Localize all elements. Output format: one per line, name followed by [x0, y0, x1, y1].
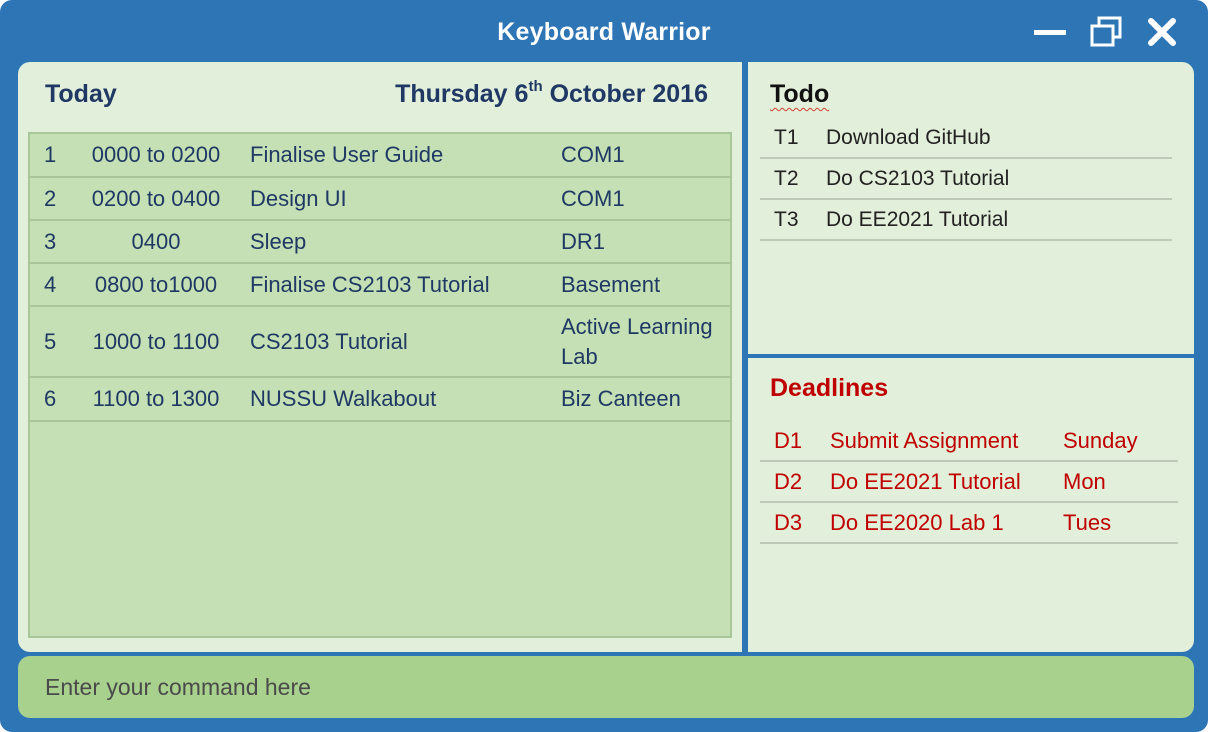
minimize-button[interactable]	[1030, 14, 1070, 50]
date-day: 6th	[514, 78, 543, 108]
row-index: 4	[44, 271, 57, 297]
schedule-row[interactable]: 5 1000 to 1100 CS2103 Tutorial Active Le…	[30, 307, 730, 378]
row-index: 3	[44, 228, 57, 254]
todo-index: T1	[774, 125, 799, 149]
deadline-due: Sunday	[1063, 427, 1138, 453]
row-task: Finalise User Guide	[250, 142, 444, 167]
todo-item[interactable]: T3 Do EE2021 Tutorial	[760, 200, 1172, 241]
todo-text: Do EE2021 Tutorial	[826, 207, 1009, 231]
row-task: CS2103 Tutorial	[250, 328, 408, 354]
date-weekday: Thursday	[395, 80, 508, 108]
schedule-row[interactable]: 4 0800 to1000 Finalise CS2103 Tutorial B…	[30, 264, 730, 307]
row-location: DR1	[561, 228, 606, 254]
close-button[interactable]	[1142, 14, 1182, 50]
schedule-table: 1 0000 to 0200 Finalise User Guide COM1 …	[28, 132, 732, 638]
title-bar[interactable]: Keyboard Warrior	[0, 0, 1208, 62]
row-task: NUSSU Walkabout	[250, 386, 437, 411]
minimize-icon	[1034, 30, 1066, 35]
deadline-text: Do EE2020 Lab 1	[830, 509, 1004, 535]
row-task: Finalise CS2103 Tutorial	[250, 271, 490, 297]
schedule-row[interactable]: 6 1100 to 1300 NUSSU Walkabout Biz Cante…	[30, 378, 730, 422]
deadline-due: Mon	[1063, 468, 1106, 494]
todo-index: T3	[774, 207, 799, 231]
row-index: 6	[44, 386, 57, 411]
row-time: 1000 to 1100	[92, 328, 220, 354]
row-time: 0200 to 0400	[91, 185, 221, 211]
row-index: 5	[44, 328, 57, 354]
schedule-row[interactable]: 1 0000 to 0200 Finalise User Guide COM1	[30, 134, 730, 178]
row-location: COM1	[561, 185, 625, 211]
todo-panel: Todo T1 Download GitHub T2 Do CS2103 Tut…	[748, 62, 1194, 354]
todo-index: T2	[774, 166, 799, 190]
row-time: 0800 to1000	[94, 271, 218, 297]
row-index: 1	[44, 142, 57, 167]
close-icon	[1148, 18, 1176, 46]
deadline-index: D3	[774, 509, 803, 535]
row-location: Biz Canteen	[561, 386, 681, 411]
row-time: 0400	[131, 228, 181, 254]
row-task: Sleep	[250, 228, 307, 254]
today-date: Thursday 6th October 2016	[395, 78, 708, 109]
command-input[interactable]	[18, 656, 1194, 718]
todo-text: Do CS2103 Tutorial	[826, 166, 1010, 190]
deadline-index: D1	[774, 427, 803, 453]
row-time: 0000 to 0200	[91, 142, 221, 167]
date-suffix: th	[528, 78, 543, 95]
maximize-button[interactable]	[1086, 14, 1126, 50]
todo-item[interactable]: T2 Do CS2103 Tutorial	[760, 159, 1172, 200]
deadline-index: D2	[774, 468, 803, 494]
todo-item[interactable]: T1 Download GitHub	[760, 118, 1172, 159]
deadline-item[interactable]: D2 Do EE2021 Tutorial Mon	[760, 462, 1178, 503]
row-task: Design UI	[250, 185, 347, 211]
deadline-item[interactable]: D1 Submit Assignment Sunday	[760, 421, 1178, 462]
deadline-item[interactable]: D3 Do EE2020 Lab 1 Tues	[760, 503, 1178, 544]
deadline-text: Submit Assignment	[830, 427, 1019, 453]
todo-heading: Todo	[770, 80, 830, 108]
deadline-text: Do EE2021 Tutorial	[830, 468, 1021, 494]
today-panel: Today Thursday 6th October 2016 1 0000 t…	[18, 62, 742, 652]
deadlines-panel: Deadlines D1 Submit Assignment Sunday D2…	[748, 358, 1194, 652]
app-window: Keyboard Warrior Today Thursday 6th Octo…	[0, 0, 1208, 732]
schedule-row[interactable]: 2 0200 to 0400 Design UI COM1	[30, 178, 730, 221]
row-location: Basement	[561, 271, 661, 297]
deadline-due: Tues	[1063, 509, 1112, 535]
schedule-row[interactable]: 3 0400 Sleep DR1	[30, 221, 730, 264]
restore-icon	[1090, 16, 1122, 47]
todo-text: Download GitHub	[826, 125, 991, 149]
row-time: 1100 to 1300	[92, 386, 220, 411]
today-heading: Today	[45, 80, 117, 108]
row-location: COM1	[561, 142, 625, 167]
row-location: Active Learning Lab	[561, 313, 713, 369]
date-month-year: October 2016	[549, 80, 708, 108]
row-index: 2	[44, 185, 57, 211]
command-bar	[18, 656, 1194, 718]
deadlines-heading: Deadlines	[770, 374, 889, 402]
window-title: Keyboard Warrior	[497, 18, 711, 46]
